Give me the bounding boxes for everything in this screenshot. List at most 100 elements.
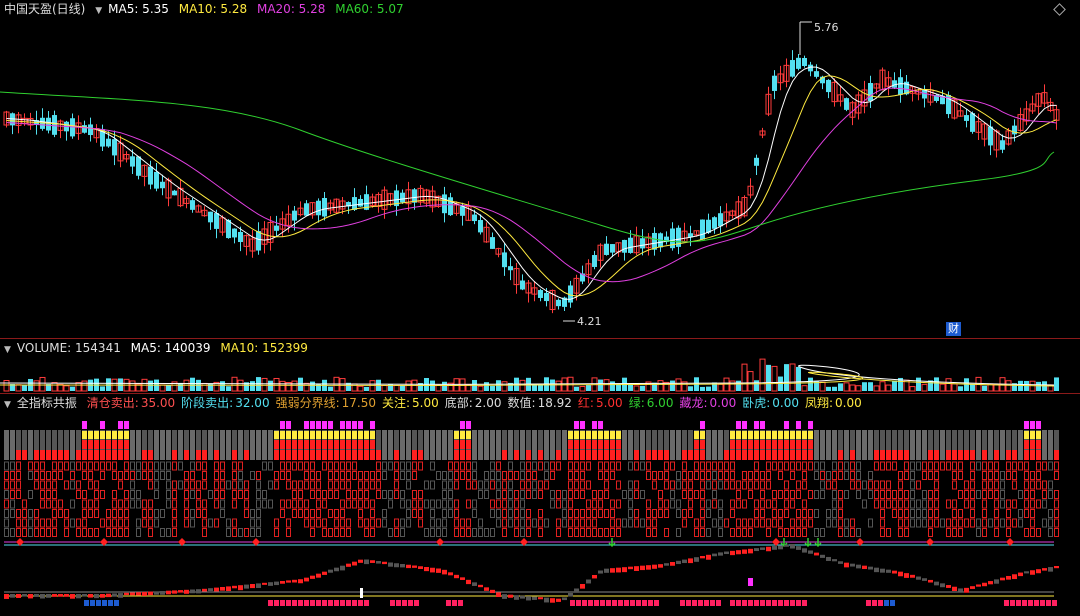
indicator-grid-cell	[238, 490, 243, 499]
indicator-grid-cell	[298, 509, 303, 518]
indicator-grid-cell	[136, 499, 141, 509]
indicator-grid-cell	[868, 490, 873, 499]
volume-bar	[477, 385, 484, 392]
trend-dot	[838, 561, 843, 564]
bottom-marker	[784, 600, 789, 606]
indicator-cell	[346, 431, 351, 439]
indicator-grid-cell	[466, 471, 471, 480]
indicator-grid-cell	[196, 461, 201, 471]
volume-bar	[357, 385, 364, 392]
volume-bar	[220, 381, 225, 391]
indicator-grid-cell	[1018, 518, 1023, 528]
indicator-grid-cell	[352, 499, 357, 509]
indicator-grid-cell	[688, 509, 693, 518]
indicator-grid-cell	[988, 490, 993, 499]
indicator-cell	[658, 450, 663, 460]
indicator-grid-cell	[310, 480, 315, 490]
indicator-cell	[394, 450, 399, 460]
indicator-grid-cell	[70, 518, 75, 528]
indicator-grid-cell	[406, 518, 411, 528]
volume-bar	[603, 379, 610, 392]
indicator-grid-cell	[154, 480, 159, 490]
indicator-grid-cell	[814, 461, 819, 471]
indicator-grid-cell	[868, 480, 873, 490]
trend-dot	[1048, 567, 1053, 572]
indicator-grid-cell	[556, 461, 561, 471]
indicator-grid-cell	[742, 499, 747, 509]
indicator-cell	[360, 588, 363, 598]
indicator-grid-cell	[154, 490, 159, 499]
indicator-grid-cell	[448, 471, 453, 480]
indicator-grid-cell	[142, 509, 147, 518]
bottom-marker	[268, 600, 273, 606]
indicator-cell	[556, 450, 561, 460]
trend-dot	[388, 562, 393, 567]
indicator-grid-cell	[808, 461, 813, 471]
indicator-cell	[754, 421, 759, 429]
volume-bar	[916, 377, 921, 391]
volume-bar	[393, 384, 400, 392]
indicator-grid-cell	[742, 518, 747, 528]
bottom-marker	[1016, 600, 1021, 606]
trend-dot	[340, 565, 345, 571]
indicator-grid-cell	[88, 509, 93, 518]
trend-dot	[760, 547, 765, 550]
volume-bar	[490, 385, 495, 391]
bottom-marker	[872, 600, 877, 606]
trend-dot	[604, 568, 609, 573]
indicator-grid-cell	[508, 499, 513, 509]
indicator-grid-cell	[520, 518, 525, 528]
indicator-cell	[754, 440, 759, 449]
indicator-grid-cell	[784, 480, 789, 490]
indicator-pane[interactable]: ▼ 全指标共振 清仓卖出: 35.00 阶段卖出: 32.00 强弱分界线: 17.50 关注…	[0, 394, 1080, 616]
indicator-grid-cell	[202, 518, 207, 528]
indicator-cell	[286, 450, 291, 460]
volume-bar	[934, 377, 939, 391]
indicator-cell	[604, 440, 609, 449]
indicator-cell	[364, 440, 369, 449]
indicator-grid-cell	[454, 461, 459, 471]
indicator-grid-cell	[640, 490, 645, 499]
indicator-grid-cell	[166, 490, 171, 499]
volume-bar	[400, 385, 405, 391]
indicator-grid-cell	[1000, 471, 1005, 480]
indicator-grid-cell	[28, 490, 33, 499]
indicator-grid-cell	[988, 518, 993, 528]
indicator-cell	[430, 430, 435, 460]
indicator-grid-cell	[358, 480, 363, 490]
indicator-grid-cell	[886, 480, 891, 490]
indicator-cell	[274, 431, 279, 439]
indicator-grid-cell	[892, 461, 897, 471]
bottom-marker	[1022, 600, 1027, 606]
indicator-grid-cell	[580, 461, 585, 471]
volume-bar	[208, 383, 213, 391]
indicator-grid-cell	[970, 471, 975, 480]
indicator-cell	[34, 450, 39, 460]
indicator-cell	[616, 431, 621, 439]
indicator-grid-cell	[646, 461, 651, 471]
indicator-grid-cell	[154, 471, 159, 480]
volume-pane[interactable]: ▼ VOLUME: 154341 MA5: 140039 MA10: 152399	[0, 339, 1080, 393]
indicator-grid-cell	[214, 518, 219, 528]
indicator-grid-cell	[544, 461, 549, 471]
trend-dot	[868, 566, 873, 570]
indicator-grid-cell	[106, 461, 111, 471]
indicator-grid-cell	[850, 461, 855, 471]
volume-bar	[501, 381, 508, 392]
indicator-grid-cell	[784, 461, 789, 471]
indicator-cell	[508, 430, 513, 460]
indicator-grid-cell	[844, 461, 849, 471]
finance-marker[interactable]: 财	[946, 322, 961, 336]
indicator-grid-cell	[364, 480, 369, 490]
indicator-cell	[568, 431, 573, 439]
indicator-grid-cell	[574, 528, 579, 537]
bottom-marker	[642, 600, 647, 606]
price-chart-pane[interactable]: 中国天盈(日线) ▼ MA5: 5.35 MA10: 5.28 MA20: 5.2…	[0, 0, 1080, 338]
volume-bar	[303, 382, 310, 392]
indicator-grid-cell	[688, 499, 693, 509]
indicator-grid-cell	[910, 518, 915, 528]
indicator-grid-cell	[448, 461, 453, 471]
indicator-grid-cell	[202, 461, 207, 471]
indicator-cell	[1024, 421, 1029, 429]
indicator-cell	[178, 430, 183, 460]
